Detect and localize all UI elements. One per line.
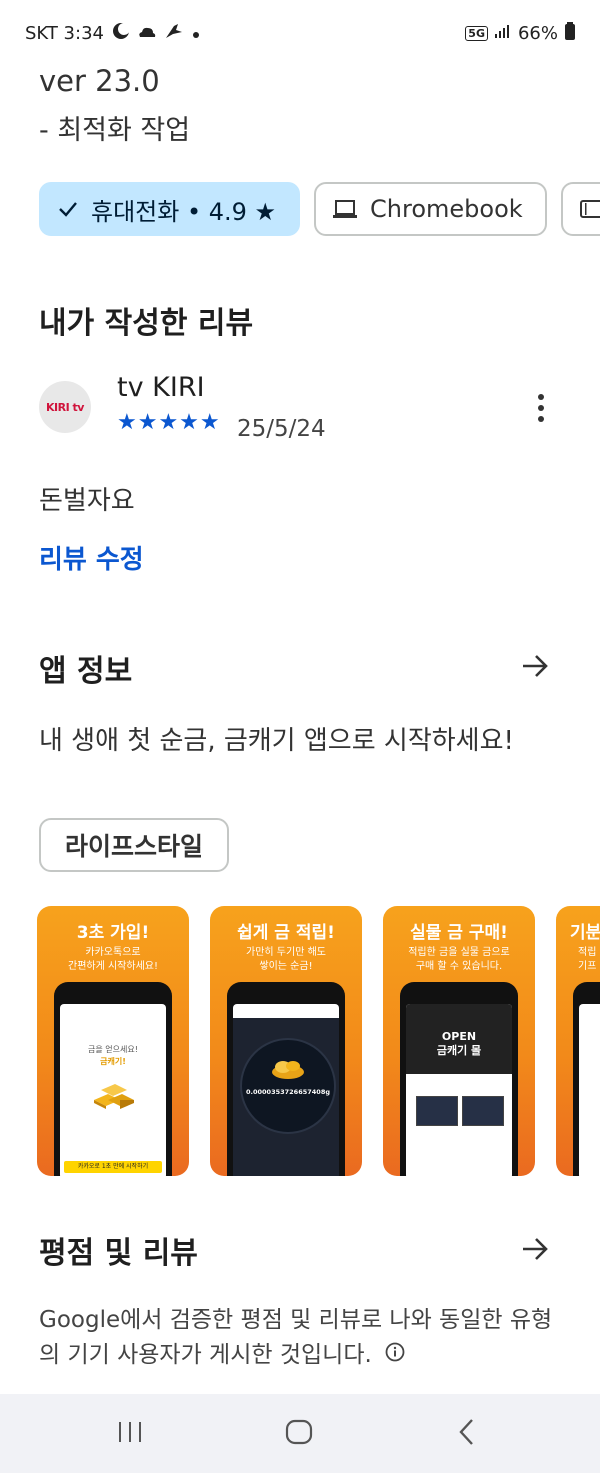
mall-banner-text: OPEN 금캐기 몰 bbox=[406, 1030, 512, 1058]
chip-phone[interactable]: 휴대전화 • 4.9 ★ bbox=[39, 182, 301, 236]
screenshot-3-title: 실물 금 구매! bbox=[410, 923, 508, 943]
phone-screen: 0.0000353726657408g bbox=[233, 1004, 339, 1176]
phone-screen bbox=[579, 1004, 600, 1176]
tablet-icon bbox=[579, 200, 600, 218]
screenshot-2[interactable]: 쉽게 금 적립! 가만히 두기만 해도 쌓이는 순금! 0.0000353726… bbox=[210, 906, 362, 1176]
cloud-icon bbox=[138, 23, 156, 44]
screenshot-1-subtitle-line1: 카카오톡으로 bbox=[85, 947, 141, 958]
gold-nugget-icon bbox=[272, 1061, 304, 1079]
category-chip[interactable]: 라이프스타일 bbox=[39, 818, 230, 872]
gold-bars-icon bbox=[94, 1084, 134, 1109]
avatar: KIRI tv bbox=[39, 381, 91, 433]
review-text: 돈벌자요 bbox=[39, 486, 135, 516]
review-date: 25/5/24 bbox=[237, 416, 326, 442]
app-description: 내 생애 첫 순금, 금캐기 앱으로 시작하세요! bbox=[39, 726, 514, 756]
screenshot-1-subtitle: 카카오톡으로 간편하게 시작하세요! bbox=[37, 946, 189, 974]
app-info-title[interactable]: 앱 정보 bbox=[39, 646, 132, 690]
mall-banner-line1: OPEN bbox=[441, 1030, 477, 1043]
rating-stars: ★★★★★ bbox=[117, 410, 221, 435]
screenshot-4-title: 기분 bbox=[570, 923, 600, 943]
change-note: - 최적화 작업 bbox=[39, 115, 191, 146]
moon-icon bbox=[112, 22, 130, 45]
battery-percent: 66% bbox=[517, 23, 558, 44]
version-text: ver 23.0 bbox=[39, 64, 160, 98]
screenshot-2-subtitle: 가만히 두기만 해도 쌓이는 순금! bbox=[210, 946, 362, 974]
status-bar: SKT 3:34 5G 66% bbox=[0, 0, 600, 66]
screenshot-1-subtitle-line2: 간편하게 시작하세요! bbox=[68, 961, 158, 972]
edit-review-link[interactable]: 리뷰 수정 bbox=[39, 539, 144, 576]
screenshot-4[interactable]: 기분 적립 기프 bbox=[556, 906, 600, 1176]
back-icon[interactable] bbox=[448, 1412, 488, 1452]
product-card bbox=[462, 1096, 504, 1126]
app-info-arrow-icon[interactable] bbox=[520, 651, 550, 681]
phone-screen: 금을 얻으세요! 금캐기! 카카오로 1초 만에 시작하기 bbox=[60, 1004, 166, 1176]
screenshot-3-subtitle-line2: 구매 할 수 있습니다. bbox=[415, 961, 503, 972]
home-icon[interactable] bbox=[279, 1412, 319, 1452]
ratings-title[interactable]: 평점 및 리뷰 bbox=[39, 1228, 198, 1272]
screen-line-2: 금캐기! bbox=[100, 1057, 126, 1066]
network-5g-icon: 5G bbox=[465, 26, 488, 41]
screenshot-carousel[interactable]: 3초 가입! 카카오톡으로 간편하게 시작하세요! 금을 얻으세요! 금캐기! … bbox=[37, 906, 600, 1176]
screenshot-4-subtitle-line2: 기프 bbox=[578, 961, 597, 972]
screenshot-4-subtitle-line1: 적립 bbox=[578, 947, 597, 958]
screenshot-2-title: 쉽게 금 적립! bbox=[237, 923, 335, 943]
kakao-start-button: 카카오로 1초 만에 시작하기 bbox=[64, 1161, 162, 1173]
screenshot-3[interactable]: 실물 금 구매! 적립한 금을 실물 금으로 구매 할 수 있습니다. OPEN… bbox=[383, 906, 535, 1176]
recent-apps-icon[interactable] bbox=[110, 1412, 150, 1452]
info-icon[interactable] bbox=[385, 1338, 405, 1373]
chip-chromebook-label: Chromebook bbox=[370, 195, 523, 223]
more-options-icon[interactable] bbox=[528, 392, 554, 424]
phone-mockup bbox=[573, 982, 600, 1176]
ratings-arrow-icon[interactable] bbox=[520, 1234, 550, 1264]
dot-icon bbox=[192, 23, 200, 44]
gold-amount: 0.0000353726657408g bbox=[245, 1088, 330, 1096]
screenshot-1[interactable]: 3초 가입! 카카오톡으로 간편하게 시작하세요! 금을 얻으세요! 금캐기! … bbox=[37, 906, 189, 1176]
screenshot-3-subtitle: 적립한 금을 실물 금으로 구매 할 수 있습니다. bbox=[383, 946, 535, 974]
status-left: SKT 3:34 bbox=[25, 22, 200, 45]
laptop-icon bbox=[333, 200, 358, 218]
screen-header bbox=[233, 1004, 339, 1018]
phone-mockup: 0.0000353726657408g bbox=[227, 982, 345, 1176]
phone-screen: OPEN 금캐기 몰 bbox=[406, 1004, 512, 1176]
bird-icon bbox=[164, 22, 184, 45]
gold-circle: 0.0000353726657408g bbox=[240, 1038, 336, 1134]
status-right: 5G 66% bbox=[465, 22, 576, 45]
product-card bbox=[416, 1096, 458, 1126]
chip-chromebook[interactable]: Chromebook bbox=[314, 182, 547, 236]
mall-banner-line2: 금캐기 몰 bbox=[436, 1044, 482, 1057]
navigation-bar bbox=[0, 1394, 600, 1473]
my-review-title: 내가 작성한 리뷰 bbox=[39, 306, 254, 341]
check-icon bbox=[59, 202, 77, 217]
screenshot-2-subtitle-line1: 가만히 두기만 해도 bbox=[246, 947, 326, 958]
device-chip-row: 휴대전화 • 4.9 ★ Chromebook 태 bbox=[39, 182, 600, 236]
phone-mockup: OPEN 금캐기 몰 bbox=[400, 982, 518, 1176]
reviewer-name: tv KIRI bbox=[117, 372, 205, 403]
screenshot-1-title: 3초 가입! bbox=[76, 923, 150, 943]
screenshot-3-subtitle-line1: 적립한 금을 실물 금으로 bbox=[408, 947, 510, 958]
mall-banner: OPEN 금캐기 몰 bbox=[406, 1004, 512, 1074]
screenshot-2-subtitle-line2: 쌓이는 순금! bbox=[259, 961, 313, 972]
carrier-time: SKT 3:34 bbox=[25, 23, 104, 44]
phone-mockup: 금을 얻으세요! 금캐기! 카카오로 1초 만에 시작하기 bbox=[54, 982, 172, 1176]
battery-icon bbox=[564, 22, 576, 45]
chip-phone-label: 휴대전화 • 4.9 ★ bbox=[91, 197, 277, 226]
screenshot-4-subtitle: 적립 기프 bbox=[556, 946, 600, 974]
screen-line-1: 금을 얻으세요! bbox=[88, 1045, 138, 1054]
ratings-description-text: Google에서 검증한 평점 및 리뷰로 나와 동일한 유형의 기기 사용자가… bbox=[39, 1307, 553, 1368]
signal-icon bbox=[494, 23, 512, 44]
chip-tablet[interactable]: 태 bbox=[560, 182, 600, 236]
ratings-description: Google에서 검증한 평점 및 리뷰로 나와 동일한 유형의 기기 사용자가… bbox=[39, 1303, 559, 1373]
